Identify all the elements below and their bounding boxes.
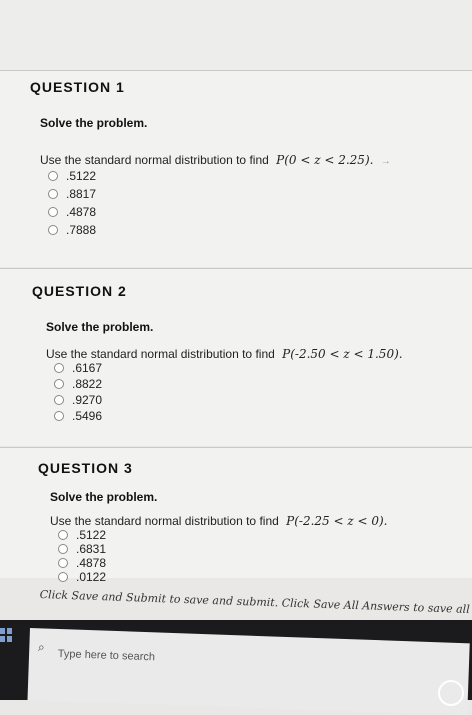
- option-label: .6167: [72, 361, 103, 375]
- radio-button[interactable]: [58, 530, 68, 540]
- answer-option[interactable]: .9270: [54, 393, 102, 407]
- option-label: .6831: [76, 542, 107, 556]
- radio-button[interactable]: [48, 189, 58, 199]
- option-label: .7888: [66, 223, 97, 237]
- windows-logo-icon[interactable]: [0, 628, 12, 642]
- prompt-expression: P(-2.50 < z < 1.50).: [282, 347, 403, 361]
- option-label: .8822: [72, 377, 103, 391]
- radio-button[interactable]: [58, 572, 68, 582]
- answer-option[interactable]: .4878: [48, 205, 96, 219]
- answer-option[interactable]: .4878: [58, 556, 106, 570]
- answer-option[interactable]: .5122: [58, 528, 106, 542]
- answer-option[interactable]: .8817: [48, 187, 96, 201]
- prompt-text: Use the standard normal distribution to …: [50, 514, 279, 528]
- answer-option[interactable]: .6831: [58, 542, 106, 556]
- question-subtitle: Solve the problem.: [50, 490, 158, 504]
- radio-button[interactable]: [54, 411, 64, 421]
- prompt-text: Use the standard normal distribution to …: [40, 153, 269, 167]
- answer-option[interactable]: .5496: [54, 409, 102, 423]
- prompt-text: Use the standard normal distribution to …: [46, 347, 275, 361]
- top-band: [0, 0, 472, 70]
- question-3: QUESTION 3 Solve the problem. Use the st…: [0, 448, 472, 584]
- option-label: .5496: [72, 409, 103, 423]
- option-label: .5122: [76, 528, 107, 542]
- question-title: QUESTION 2: [32, 283, 127, 299]
- question-subtitle: Solve the problem.: [40, 116, 148, 130]
- question-prompt: Use the standard normal distribution to …: [40, 153, 391, 167]
- question-title: QUESTION 1: [30, 79, 125, 95]
- question-1: QUESTION 1 Solve the problem. Use the st…: [0, 71, 472, 267]
- question-subtitle: Solve the problem.: [46, 320, 154, 334]
- cortana-icon[interactable]: [438, 680, 464, 706]
- radio-button[interactable]: [54, 379, 64, 389]
- prompt-expression: P(-2.25 < z < 0).: [286, 514, 388, 528]
- radio-button[interactable]: [48, 207, 58, 217]
- radio-button[interactable]: [54, 395, 64, 405]
- radio-button[interactable]: [58, 544, 68, 554]
- option-label: .4878: [66, 205, 97, 219]
- answer-option[interactable]: .7888: [48, 223, 96, 237]
- option-label: .4878: [76, 556, 107, 570]
- radio-button[interactable]: [48, 171, 58, 181]
- answer-option[interactable]: .0122: [58, 570, 106, 584]
- question-prompt: Use the standard normal distribution to …: [46, 347, 403, 361]
- taskbar-search-box[interactable]: [27, 628, 470, 715]
- answer-option[interactable]: .8822: [54, 377, 102, 391]
- answer-option[interactable]: .6167: [54, 361, 102, 375]
- question-prompt: Use the standard normal distribution to …: [50, 514, 388, 528]
- option-label: .8817: [66, 187, 97, 201]
- radio-button[interactable]: [58, 558, 68, 568]
- option-label: .0122: [76, 570, 107, 584]
- search-icon[interactable]: ⌕: [38, 640, 45, 655]
- question-title: QUESTION 3: [38, 460, 133, 476]
- prompt-expression: P(0 < z < 2.25).: [276, 153, 374, 167]
- question-2: QUESTION 2 Solve the problem. Use the st…: [0, 269, 472, 446]
- option-label: .5122: [66, 169, 97, 183]
- cursor-icon: →: [380, 156, 391, 167]
- save-submit-note: Click Save and Submit to save and submit…: [39, 588, 472, 617]
- option-label: .9270: [72, 393, 103, 407]
- radio-button[interactable]: [54, 363, 64, 373]
- radio-button[interactable]: [48, 225, 58, 235]
- answer-option[interactable]: .5122: [48, 169, 96, 183]
